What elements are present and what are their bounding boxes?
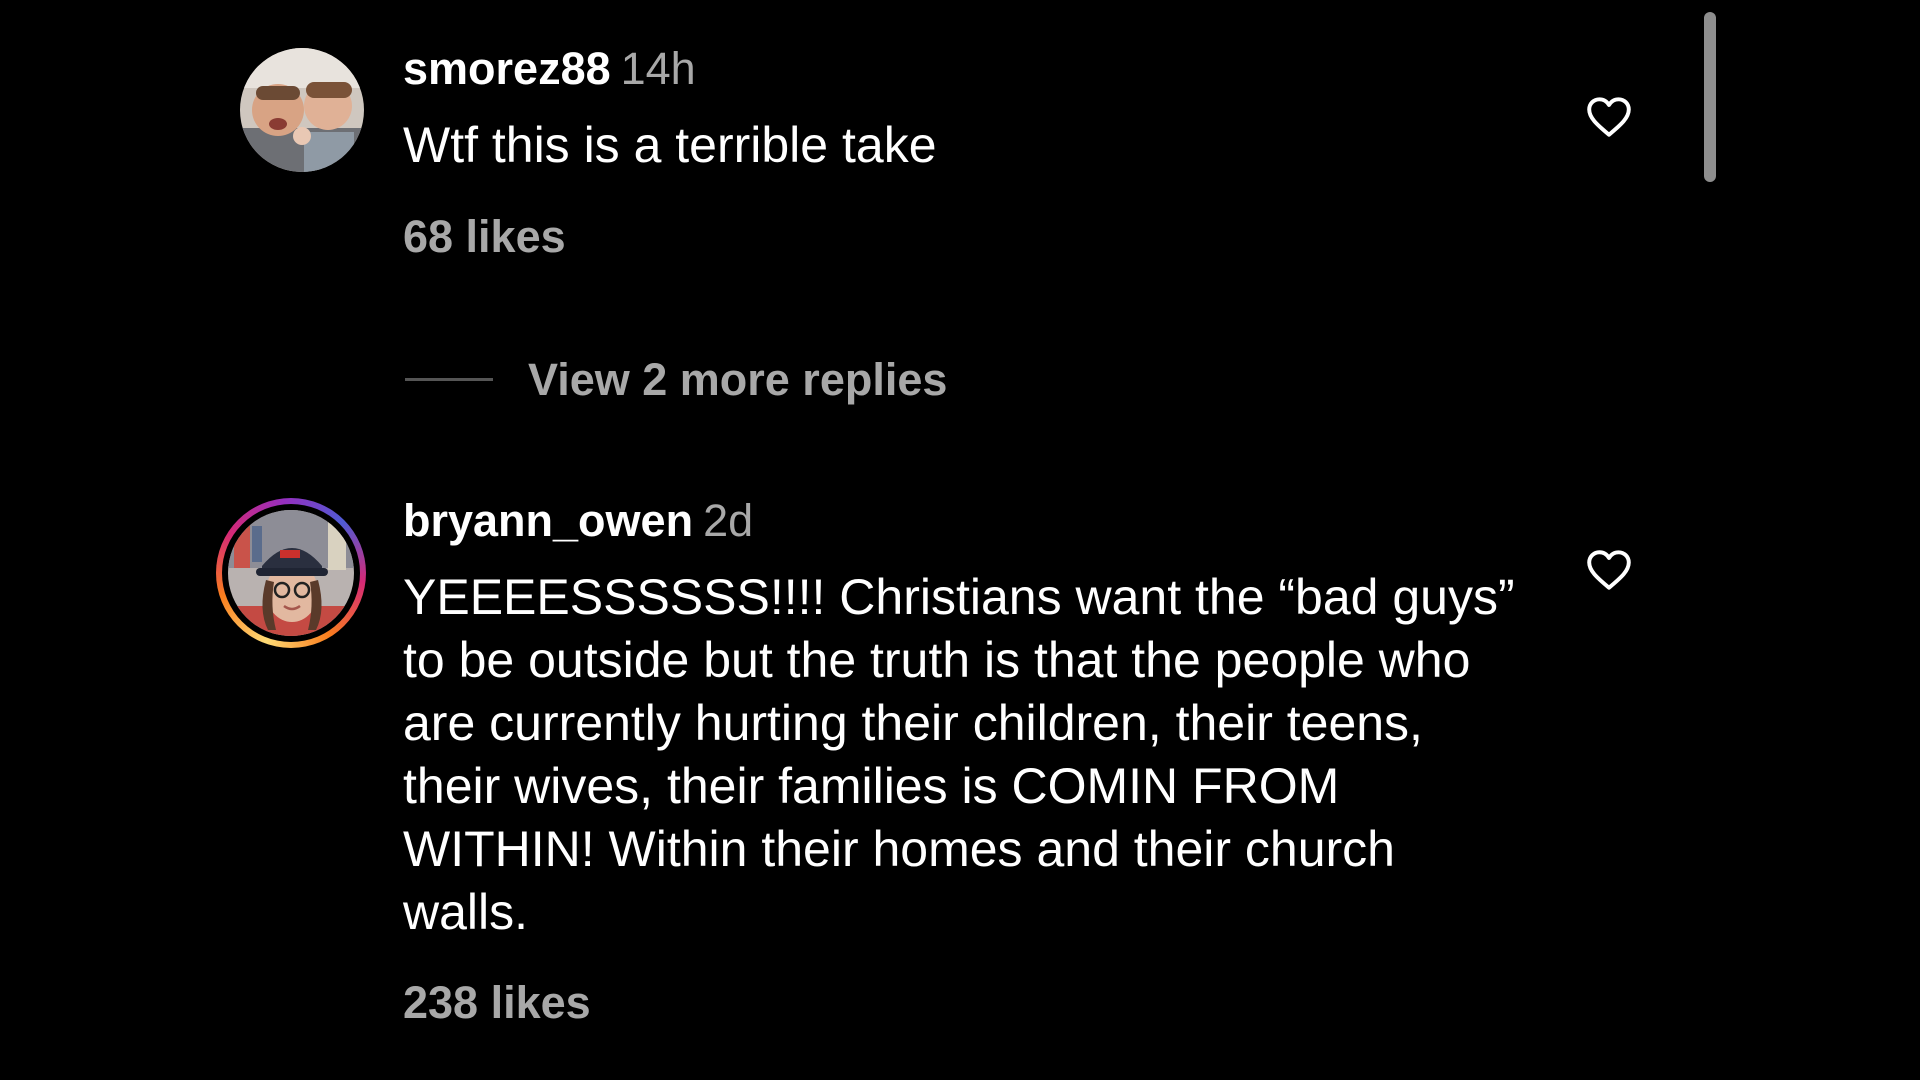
heart-outline-icon[interactable] [1584, 92, 1634, 142]
view-more-replies-button[interactable]: View 2 more replies [528, 354, 947, 406]
username-text[interactable]: bryann_owen [403, 495, 693, 546]
comment-username[interactable]: smorez88 14h [403, 43, 696, 95]
comment-likes-count[interactable]: 238 likes [403, 977, 591, 1029]
comment-text: YEEEESSSSSS!!!! Christians want the “bad… [403, 569, 1515, 940]
comment-timestamp: 14h [620, 43, 696, 94]
comment-likes-count[interactable]: 68 likes [403, 211, 566, 263]
comment-text: Wtf this is a terrible take [403, 117, 937, 173]
scrollbar-thumb[interactable] [1704, 12, 1716, 182]
replies-divider [405, 378, 493, 381]
avatar-photo [240, 48, 364, 172]
avatar-smorez88[interactable] [240, 48, 364, 172]
heart-outline-icon[interactable] [1584, 545, 1634, 595]
comment-timestamp: 2d [703, 495, 754, 546]
comment-username[interactable]: bryann_owen 2d [403, 495, 753, 547]
avatar-photo [228, 510, 354, 636]
avatar-bryann-owen[interactable] [216, 498, 366, 648]
username-text[interactable]: smorez88 [403, 43, 611, 94]
